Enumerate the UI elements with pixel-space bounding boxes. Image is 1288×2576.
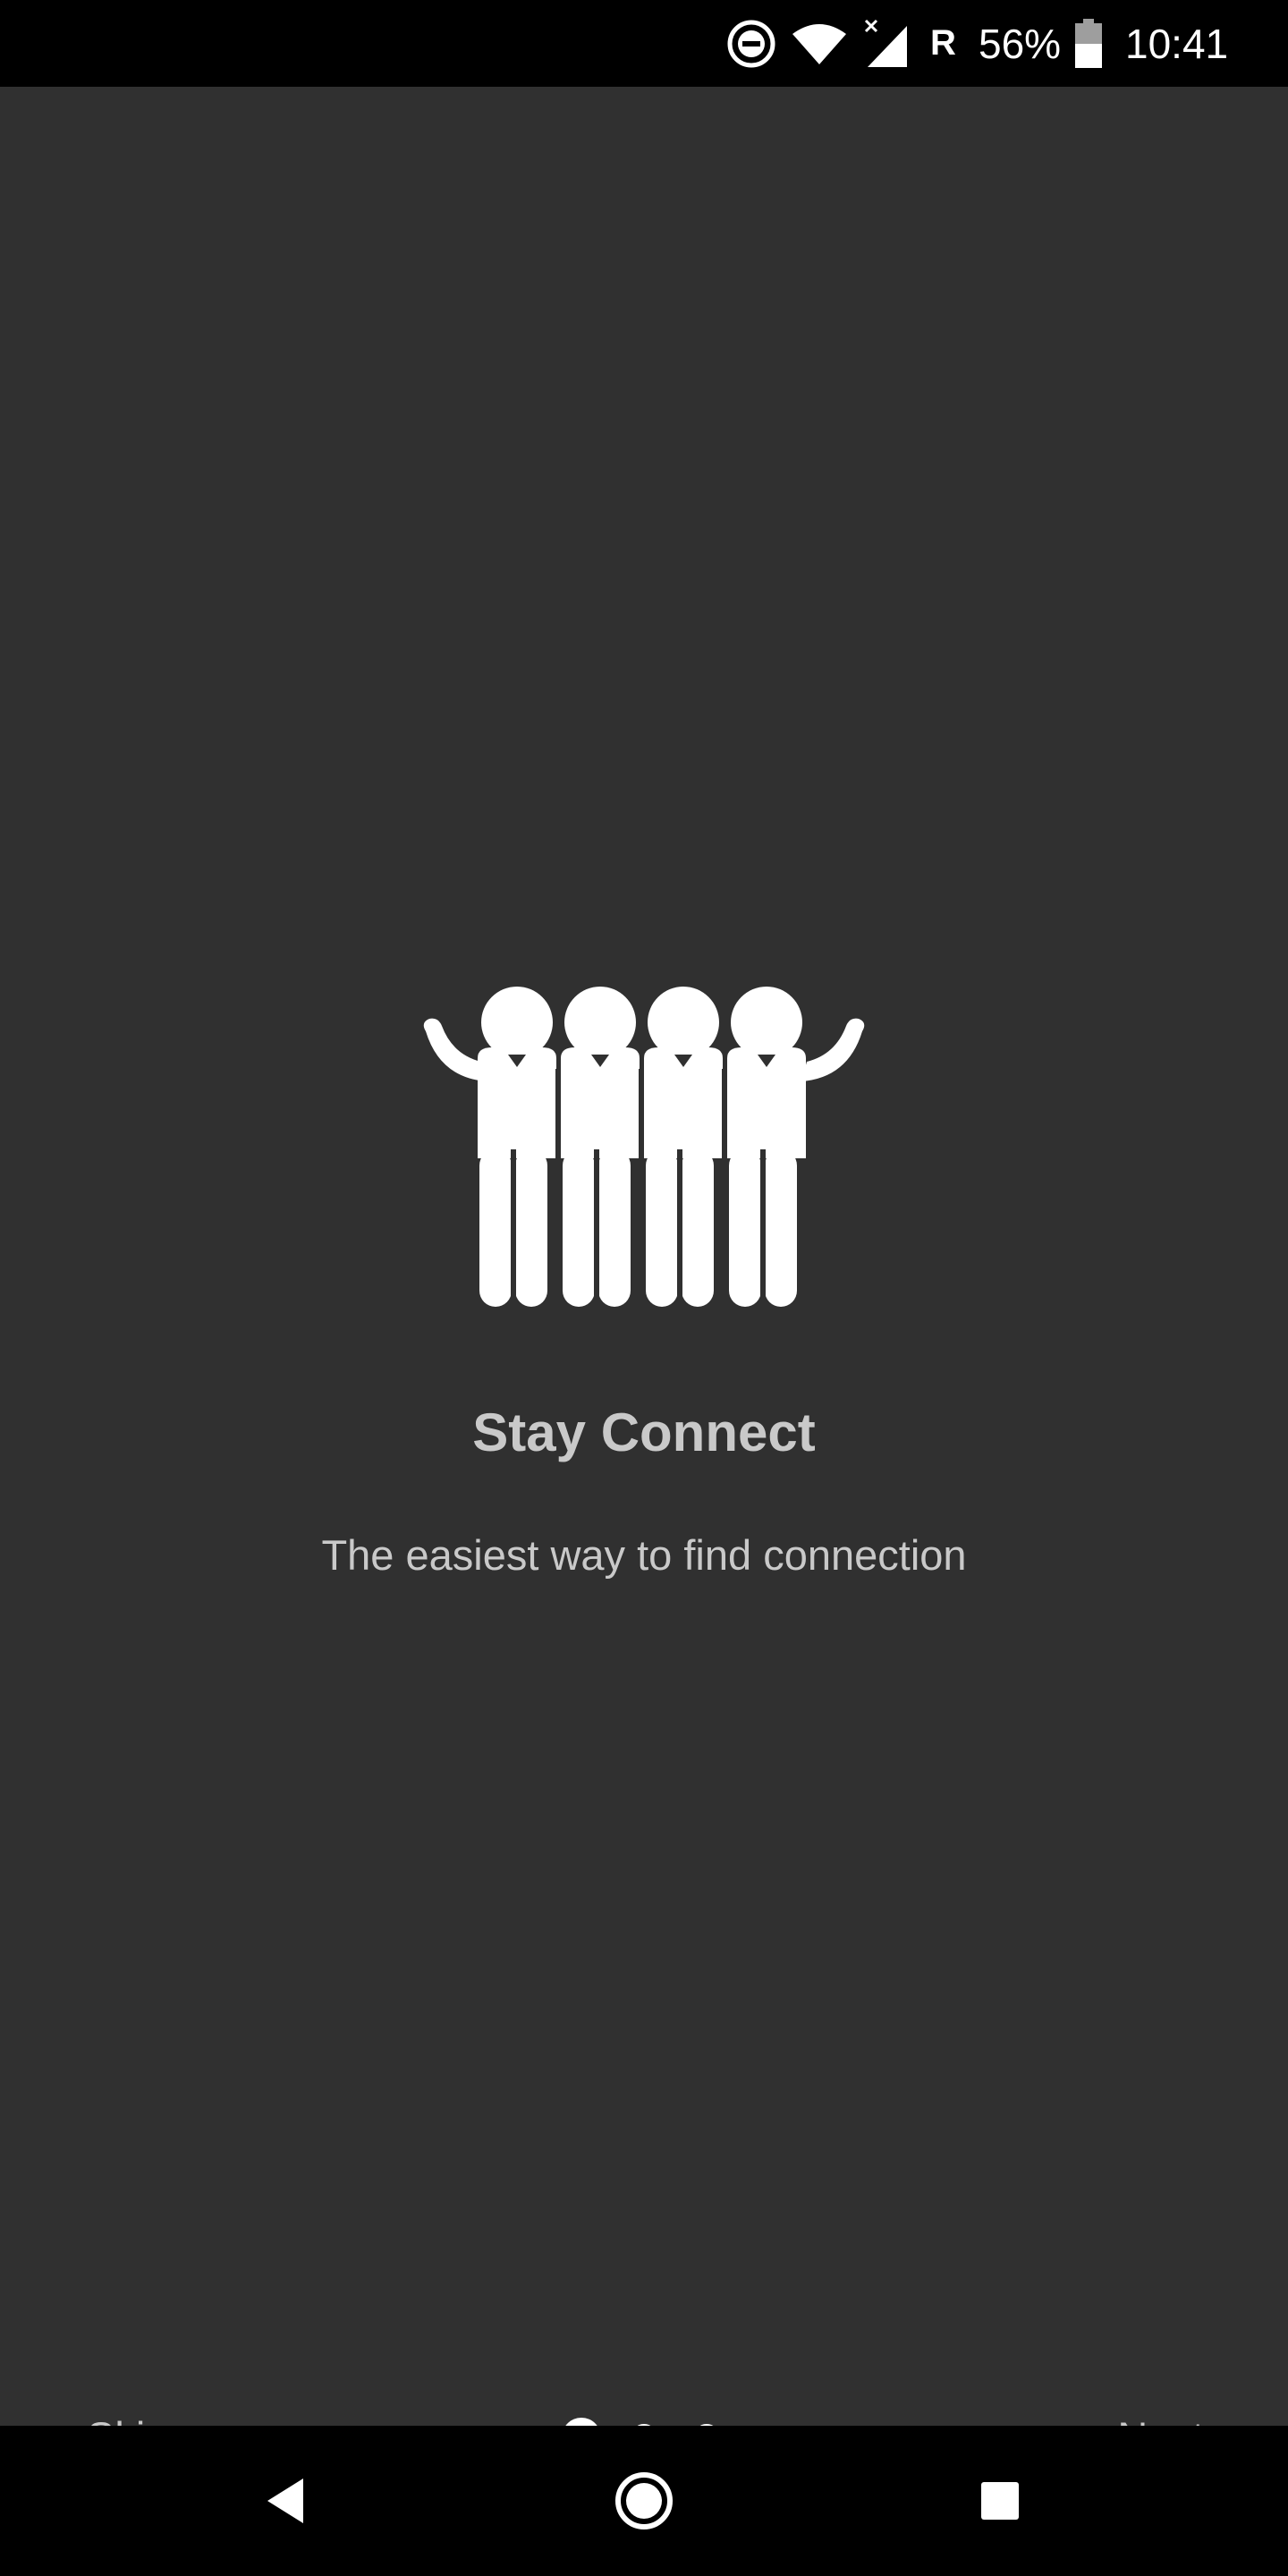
onboarding-page: Stay Connect The easiest way to find con… — [0, 87, 1288, 2461]
page-title: Stay Connect — [472, 1402, 816, 1462]
page-subtitle: The easiest way to find connection — [321, 1531, 967, 1579]
cell-signal-icon — [864, 0, 911, 87]
home-icon[interactable] — [569, 2426, 719, 2576]
group-of-people-icon — [411, 979, 877, 1319]
battery-icon — [1073, 0, 1104, 87]
clock: 10:41 — [1125, 20, 1229, 67]
network-type-label: R — [930, 23, 956, 63]
wifi-icon — [791, 0, 848, 87]
navigation-bar — [0, 2426, 1288, 2576]
status-bar: R 56% 10:41 — [0, 0, 1288, 87]
recents-icon[interactable] — [925, 2426, 1075, 2576]
battery-percent: 56% — [979, 20, 1062, 67]
back-icon[interactable] — [211, 2426, 361, 2576]
do-not-disturb-icon — [724, 0, 778, 87]
